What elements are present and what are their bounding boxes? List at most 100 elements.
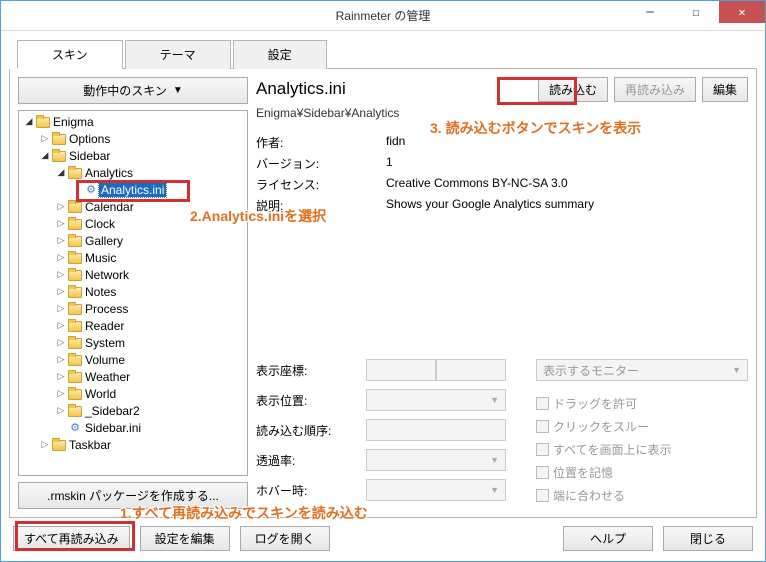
tree-row[interactable]: ▷ _Sidebar2 xyxy=(19,402,247,419)
coord-y-input[interactable] xyxy=(436,359,506,381)
tree-row[interactable]: ▷Gallery xyxy=(19,232,247,249)
transparency-combo[interactable]: ▼ xyxy=(366,449,506,471)
tree-row[interactable]: ⚙Analytics.ini xyxy=(19,181,247,198)
folder-icon xyxy=(67,387,83,401)
display-monitor-combo[interactable]: 表示するモニター ▼ xyxy=(536,359,748,381)
checkbox-icon xyxy=(536,489,549,502)
tree-row[interactable]: ▷ Music xyxy=(19,249,247,266)
tree-row[interactable]: ▷Process xyxy=(19,300,247,317)
help-button[interactable]: ヘルプ xyxy=(563,526,653,551)
expand-icon[interactable]: ▷ xyxy=(39,133,51,144)
tree-item-system: System xyxy=(83,336,127,350)
tree-row[interactable]: ▷Clock xyxy=(19,215,247,232)
expand-icon[interactable]: ▷ xyxy=(55,235,67,246)
expand-icon[interactable]: ▷ xyxy=(39,439,51,450)
tree-row[interactable]: ▷World xyxy=(19,385,247,402)
tree-row[interactable]: ◢ Enigma xyxy=(19,113,247,130)
edit-button[interactable]: 編集 xyxy=(702,77,748,102)
check-keepontop[interactable]: すべてを画面上に表示 xyxy=(536,441,748,458)
expand-icon[interactable]: ▷ xyxy=(55,252,67,263)
chevron-down-icon: ▼ xyxy=(490,485,499,495)
expand-icon[interactable]: ▷ xyxy=(55,201,67,212)
expand-icon[interactable]: ◢ xyxy=(39,150,51,161)
loadorder-input[interactable] xyxy=(366,419,506,441)
maximize-button[interactable]: ☐ xyxy=(673,1,719,23)
tab-themes[interactable]: テーマ xyxy=(125,40,231,69)
left-column: 動作中のスキン ▼ ◢ Enigma ▷Options ◢Sidebar ◢Ana… xyxy=(18,77,248,509)
create-rmskin-button[interactable]: .rmskin パッケージを作成する... xyxy=(18,482,248,509)
folder-icon xyxy=(67,319,83,333)
expand-icon[interactable]: ◢ xyxy=(55,167,67,178)
tree-row[interactable]: ▷ Notes xyxy=(19,283,247,300)
tree-row[interactable]: ▷Calendar xyxy=(19,198,247,215)
active-skins-button[interactable]: 動作中のスキン ▼ xyxy=(18,77,248,104)
position-label: 表示位置: xyxy=(256,392,366,409)
reload-all-button[interactable]: すべて再読み込み xyxy=(13,526,130,551)
tree-row[interactable]: ◢Sidebar xyxy=(19,147,247,164)
position-combo[interactable]: ▼ xyxy=(366,389,506,411)
tree-row[interactable]: ▷Weather xyxy=(19,368,247,385)
tree-row[interactable]: ▷Options xyxy=(19,130,247,147)
folder-icon xyxy=(67,166,83,180)
expand-icon[interactable]: ▷ xyxy=(55,405,67,416)
expand-icon[interactable]: ▷ xyxy=(55,303,67,314)
folder-icon xyxy=(67,217,83,231)
tree-item-sidebar2: _Sidebar2 xyxy=(83,404,142,418)
checkbox-icon xyxy=(536,397,549,410)
check-snap[interactable]: 端に合わせる xyxy=(536,487,748,504)
expand-icon[interactable]: ▷ xyxy=(55,320,67,331)
tree-row[interactable]: ▷ System xyxy=(19,334,247,351)
expand-icon[interactable]: ▷ xyxy=(55,388,67,399)
tab-skins[interactable]: スキン xyxy=(17,40,123,69)
description-label: 説明: xyxy=(256,197,386,214)
display-monitor-label: 表示するモニター xyxy=(543,362,639,379)
tree-item-notes: Notes xyxy=(83,285,118,299)
reload-button[interactable]: 再読み込み xyxy=(614,77,696,102)
check-clickthrough[interactable]: クリックをスルー xyxy=(536,418,748,435)
tabstrip: スキン テーマ 設定 xyxy=(17,39,757,69)
check-savepos[interactable]: 位置を記憶 xyxy=(536,464,748,481)
tree-item-enigma: Enigma xyxy=(51,115,96,129)
close-button[interactable]: ✕ xyxy=(719,1,765,23)
active-skins-label: 動作中のスキン xyxy=(83,82,167,99)
expand-icon[interactable]: ▷ xyxy=(55,286,67,297)
coord-x-input[interactable] xyxy=(366,359,436,381)
author-label: 作者: xyxy=(256,134,386,151)
chevron-down-icon: ▼ xyxy=(490,455,499,465)
edit-settings-button[interactable]: 設定を編集 xyxy=(140,526,230,551)
folder-icon xyxy=(67,302,83,316)
ini-file-icon: ⚙ xyxy=(67,421,83,435)
tree-row[interactable]: ▷Volume xyxy=(19,351,247,368)
tree-row[interactable]: ◢Analytics xyxy=(19,164,247,181)
tree-row[interactable]: ⚙Sidebar.ini xyxy=(19,419,247,436)
expand-icon[interactable]: ▷ xyxy=(55,354,67,365)
expand-icon[interactable]: ▷ xyxy=(55,218,67,229)
expand-icon[interactable]: ◢ xyxy=(23,116,35,127)
main-header: Analytics.ini 読み込む 再読み込み 編集 xyxy=(256,77,748,102)
minimize-button[interactable]: ─ xyxy=(627,1,673,23)
tree-row[interactable]: ▷ Network xyxy=(19,266,247,283)
footer-close-button[interactable]: 閉じる xyxy=(663,526,753,551)
expand-icon[interactable]: ▷ xyxy=(55,337,67,348)
license-label: ライセンス: xyxy=(256,176,386,193)
content-area: 動作中のスキン ▼ ◢Enigma ▷Options ◢Sidebar ◢Ana… xyxy=(9,69,757,518)
tree-item-music: Music xyxy=(83,251,118,265)
tree-item-network: Network xyxy=(83,268,131,282)
folder-icon xyxy=(67,200,83,214)
skin-title: Analytics.ini xyxy=(256,79,346,99)
skin-tree[interactable]: ◢ Enigma ▷Options ◢Sidebar ◢Analytics ⚙An… xyxy=(18,110,248,476)
tree-row[interactable]: ▷Taskbar xyxy=(19,436,247,453)
tree-row[interactable]: ▷Reader xyxy=(19,317,247,334)
expand-icon[interactable]: ▷ xyxy=(55,269,67,280)
hover-combo[interactable]: ▼ xyxy=(366,479,506,501)
folder-icon xyxy=(35,115,51,129)
check-drag[interactable]: ドラッグを許可 xyxy=(536,395,748,412)
checkbox-icon xyxy=(536,466,549,479)
folder-icon xyxy=(67,370,83,384)
chevron-down-icon: ▼ xyxy=(732,365,741,375)
footer: すべて再読み込み 設定を編集 ログを開く ヘルプ 閉じる xyxy=(9,518,757,553)
load-button[interactable]: 読み込む xyxy=(538,77,608,102)
open-log-button[interactable]: ログを開く xyxy=(240,526,330,551)
tab-settings[interactable]: 設定 xyxy=(233,40,327,69)
expand-icon[interactable]: ▷ xyxy=(55,371,67,382)
